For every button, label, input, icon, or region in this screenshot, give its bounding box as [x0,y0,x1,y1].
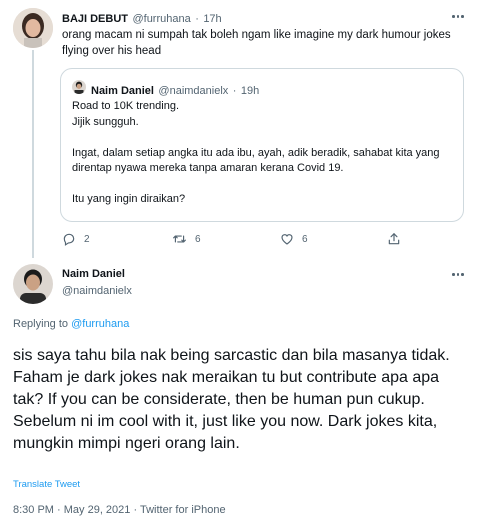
share-button[interactable] [387,232,401,246]
replying-to-prefix: Replying to [13,318,72,330]
replying-to-handle[interactable]: @furruhana [71,318,129,330]
parent-display-name[interactable]: BAJI DEBUT [62,13,128,25]
main-display-name[interactable]: Naim Daniel [62,268,125,280]
quoted-header: Naim Daniel @naimdanielx · 19h [91,81,259,99]
thread-connector-line [32,50,34,258]
share-icon [387,232,401,246]
like-count: 6 [302,233,308,245]
parent-tweet-text: orang macam ni sumpah tak boleh ngam lik… [62,29,451,57]
retweet-count: 6 [195,233,201,245]
parent-avatar[interactable] [13,8,53,48]
parent-separator: · [195,13,199,25]
parent-handle[interactable]: @furruhana [132,13,190,25]
retweet-button[interactable]: 6 [172,232,201,246]
main-more-icon[interactable] [452,273,464,276]
quoted-tweet-card[interactable]: Naim Daniel @naimdanielx · 19h Road to 1… [60,68,464,222]
parent-header: BAJI DEBUT @furruhana · 17h [62,9,222,27]
like-icon [280,232,294,246]
reply-count: 2 [84,233,90,245]
main-handle[interactable]: @naimdanielx [62,285,132,297]
quoted-tweet-text: Road to 10K trending. Jijik sungguh. Ing… [72,100,440,205]
retweet-icon [172,232,187,246]
quoted-time: 19h [240,85,260,97]
parent-time[interactable]: 17h [203,13,221,25]
replying-to: Replying to @furruhana [13,318,129,330]
parent-more-icon[interactable] [452,15,464,18]
reply-icon [62,232,76,246]
quoted-handle: @naimdanielx [158,85,229,97]
main-tweet-text: sis saya tahu bila nak being sarcastic d… [13,347,450,452]
main-avatar[interactable] [13,264,53,304]
quoted-separator: · [232,85,237,97]
like-button[interactable]: 6 [280,232,308,246]
translate-tweet-link[interactable]: Translate Tweet [13,479,80,490]
quoted-avatar [72,80,86,94]
reply-button[interactable]: 2 [62,232,90,246]
quoted-display-name: Naim Daniel [91,85,154,97]
tweet-timestamp[interactable]: 8:30 PM · May 29, 2021 · Twitter for iPh… [13,504,226,516]
